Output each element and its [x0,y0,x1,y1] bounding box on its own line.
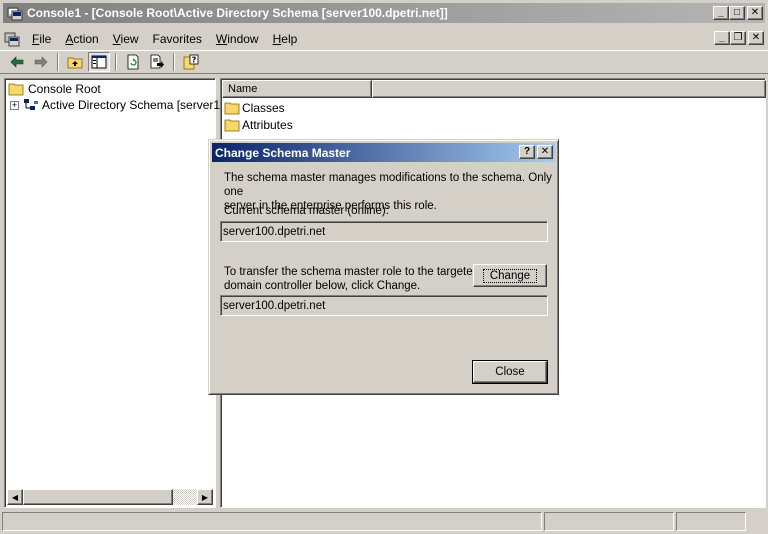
description-line-1: The schema master manages modifications … [224,172,552,198]
change-button-label: Change [482,268,538,283]
column-header-blank [372,80,766,98]
size-grip[interactable] [748,512,766,531]
scroll-right-button[interactable]: ▶ [197,489,213,505]
target-controller-field[interactable]: server100.dpetri.net [220,295,548,316]
transfer-instructions: To transfer the schema master role to th… [224,265,479,293]
column-header-label: Name [228,83,258,95]
list-item-attributes[interactable]: Attributes [224,116,293,133]
column-header-name[interactable]: Name [222,80,372,98]
schema-snapin-icon [24,99,38,110]
tree-item-active-directory-schema[interactable]: + Active Directory Schema [server100 [10,97,233,113]
show-hide-tree-button[interactable] [88,52,110,72]
forward-button[interactable] [30,52,52,72]
show-hide-tree-icon [91,55,107,69]
svg-text:?: ? [192,56,197,65]
menu-file[interactable]: File [26,30,59,48]
help-icon: ? [183,54,199,70]
toolbar-separator [173,53,175,71]
menu-action-label: Action [65,32,99,46]
change-schema-master-dialog: Change Schema Master ? ✕ The schema mast… [208,139,559,395]
close-dialog-button-label: Close [495,366,525,378]
scroll-thumb[interactable] [23,489,173,505]
scroll-left-button[interactable]: ◀ [7,489,23,505]
menu-bar: File Action View Favorites Window Help _… [0,28,768,50]
back-button[interactable] [6,52,28,72]
forward-arrow-icon [34,56,48,68]
scroll-track[interactable] [23,489,197,505]
up-one-level-button[interactable] [64,52,86,72]
maximize-button[interactable]: □ [729,6,745,20]
menu-action[interactable]: Action [59,30,106,48]
refresh-button[interactable] [122,52,144,72]
menu-window-label: Window [215,32,259,46]
dialog-titlebar[interactable]: Change Schema Master ? ✕ [212,143,555,162]
menu-favorites[interactable]: Favorites [147,30,210,48]
close-dialog-button[interactable]: Close [472,360,548,384]
toolbar-separator [57,53,59,71]
list-item-classes[interactable]: Classes [224,99,285,116]
dialog-caption-buttons: ? ✕ [519,145,553,159]
menu-accelerator: A [65,32,74,46]
mdi-caption-buttons: _ ❐ ✕ [714,31,764,45]
folder-icon [224,119,240,131]
back-arrow-icon [10,56,24,68]
caption-buttons: _ □ ✕ [713,6,763,20]
window-titlebar[interactable]: Console1 - [Console Root\Active Director… [0,0,768,26]
current-master-field[interactable]: server100.dpetri.net [220,221,548,242]
list-header: Name [222,80,766,98]
menu-accelerator: H [272,32,282,46]
menu-favorites-label: Favorites [152,32,202,46]
tree-expander-plus[interactable]: + [10,100,19,110]
chevron-left-icon: ◀ [11,492,19,502]
close-button[interactable]: ✕ [747,6,763,20]
toolbar-separator [115,53,117,71]
current-master-value: server100.dpetri.net [223,225,326,238]
menu-help-label: Help [272,32,298,46]
menu-view-label: View [112,32,139,46]
mmc-console-icon [7,7,23,21]
transfer-line-2: domain controller below, click Change. [224,280,421,292]
menu-accelerator: V [112,32,121,46]
menu-accelerator: W [215,32,228,46]
mdi-minimize-button[interactable]: _ [714,31,730,45]
minimize-button[interactable]: _ [713,6,729,20]
titlebar-inner[interactable]: Console1 - [Console Root\Active Director… [3,3,765,23]
tree-item-console-root[interactable]: Console Root [8,81,101,97]
child-window-icon[interactable] [4,31,20,47]
list-item-label: Attributes [242,117,293,132]
menu-help[interactable]: Help [267,30,306,48]
menu-accelerator: F [32,32,40,46]
console-tree[interactable]: Console Root + Active Directory Schema [… [4,78,233,508]
change-button[interactable]: Change [473,264,547,287]
export-list-icon [150,54,164,69]
tree-item-label: Active Directory Schema [server100 [42,98,234,112]
menu-view[interactable]: View [107,30,147,48]
dialog-help-button[interactable]: ? [519,145,535,159]
dialog-close-button[interactable]: ✕ [537,145,553,159]
help-button[interactable]: ? [180,52,202,72]
target-controller-value: server100.dpetri.net [223,299,326,312]
status-panel-3 [676,512,746,531]
export-list-button[interactable] [146,52,168,72]
tree-item-label: Console Root [28,82,101,96]
tree-horizontal-scrollbar[interactable]: ◀ ▶ [7,489,213,505]
status-panel-2 [544,512,674,531]
current-master-label: Current schema master (online): [224,205,389,217]
folder-icon [8,83,24,96]
status-bar [0,510,768,534]
menu-file-label: File [32,32,52,46]
chevron-right-icon: ▶ [201,492,209,502]
mdi-restore-button[interactable]: ❐ [730,31,746,45]
window-title: Console1 - [Console Root\Active Director… [27,6,448,20]
up-one-level-icon [67,57,83,69]
folder-icon [224,102,240,114]
mdi-close-button[interactable]: ✕ [748,31,764,45]
refresh-icon [127,54,139,70]
list-item-label: Classes [242,100,285,115]
transfer-line-1: To transfer the schema master role to th… [224,266,480,278]
dialog-title: Change Schema Master [215,145,351,160]
menu-window[interactable]: Window [210,30,267,48]
status-panel-main [2,512,542,531]
toolbar: ? [0,50,768,74]
